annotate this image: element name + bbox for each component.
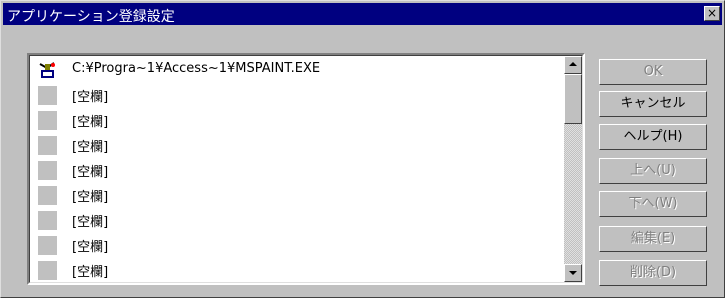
blank-icon (38, 111, 57, 130)
list-item-label: [空欄] (72, 190, 109, 205)
blank-icon (38, 211, 57, 230)
delete-button[interactable]: 削除(D) (599, 260, 707, 286)
list-item[interactable]: C:¥Progra~1¥Access~1¥MSPAINT.EXE (30, 58, 564, 83)
list-item[interactable]: [空欄] (30, 258, 564, 283)
list-item[interactable]: [空欄] (30, 83, 564, 108)
list-item[interactable]: [空欄] (30, 158, 564, 183)
list-item-label: [空欄] (72, 215, 109, 230)
scroll-down-button[interactable] (564, 264, 582, 282)
list-rows: C:¥Progra~1¥Access~1¥MSPAINT.EXE [空欄] [空… (30, 58, 564, 283)
arrow-down-icon (569, 271, 577, 275)
list-item[interactable]: [空欄] (30, 183, 564, 208)
list-item-label: [空欄] (72, 265, 109, 280)
help-button[interactable]: ヘルプ(H) (599, 124, 707, 150)
scroll-up-button[interactable] (564, 56, 582, 74)
dialog-window: アプリケーション登録設定 × C:¥Progra~1¥Access~1¥MSPA… (0, 0, 725, 298)
blank-icon (38, 186, 57, 205)
blank-icon (38, 161, 57, 180)
blank-icon (38, 86, 57, 105)
ok-button[interactable]: OK (599, 59, 707, 85)
blank-icon (38, 236, 57, 255)
application-list[interactable]: C:¥Progra~1¥Access~1¥MSPAINT.EXE [空欄] [空… (27, 53, 585, 285)
list-item-label: [空欄] (72, 240, 109, 255)
arrow-up-icon (569, 62, 577, 66)
list-item-label: [空欄] (72, 165, 109, 180)
edit-button[interactable]: 編集(E) (599, 226, 707, 252)
move-up-button[interactable]: 上へ(U) (599, 158, 707, 184)
list-item-label: C:¥Progra~1¥Access~1¥MSPAINT.EXE (72, 61, 321, 76)
blank-icon (38, 261, 57, 280)
list-item[interactable]: [空欄] (30, 233, 564, 258)
scroll-thumb[interactable] (564, 74, 582, 124)
window-title: アプリケーション登録設定 (7, 9, 175, 25)
vertical-scrollbar[interactable] (564, 56, 582, 282)
move-down-button[interactable]: 下へ(W) (599, 191, 707, 217)
title-bar[interactable]: アプリケーション登録設定 × (3, 3, 722, 25)
list-item[interactable]: [空欄] (30, 133, 564, 158)
close-button[interactable]: × (704, 6, 720, 21)
cancel-button[interactable]: キャンセル (599, 91, 707, 117)
list-item[interactable]: [空欄] (30, 108, 564, 133)
list-item[interactable]: [空欄] (30, 208, 564, 233)
paint-app-icon (38, 61, 57, 80)
list-item-label: [空欄] (72, 140, 109, 155)
list-item-label: [空欄] (72, 90, 109, 105)
list-item-label: [空欄] (72, 115, 109, 130)
blank-icon (38, 136, 57, 155)
